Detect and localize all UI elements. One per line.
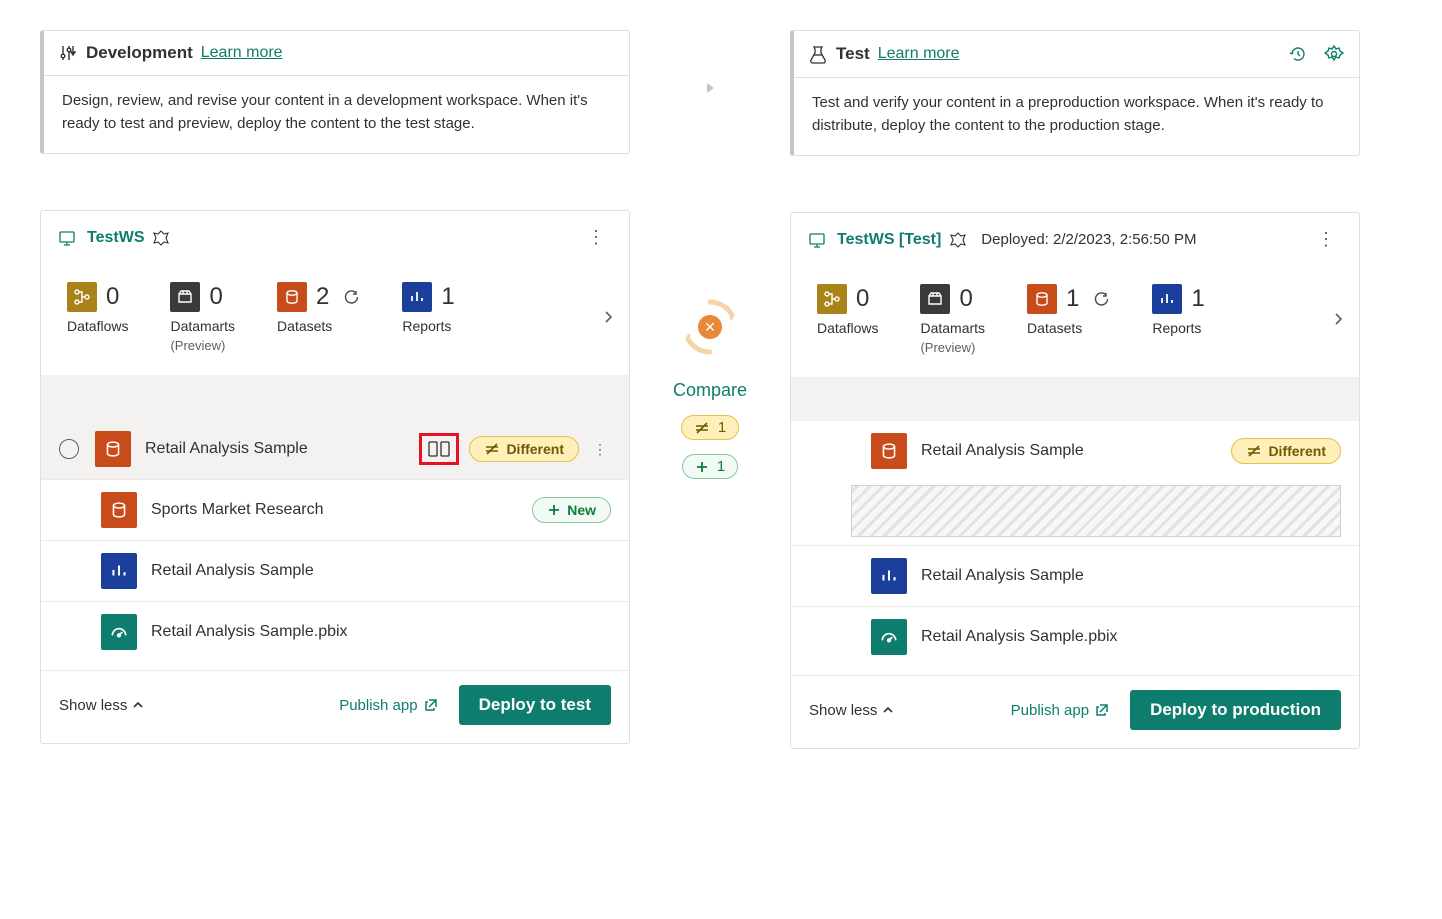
dev-stats-row: 0 Dataflows 0 Datamarts (Preview)	[41, 264, 629, 375]
datasets-icon	[277, 282, 307, 312]
datasets-icon	[1027, 284, 1057, 314]
workspace-icon	[809, 231, 829, 249]
stat-dataflows[interactable]: 0 Dataflows	[817, 284, 878, 336]
show-less-toggle[interactable]: Show less	[809, 702, 894, 719]
new-count-pill: 1	[682, 454, 738, 479]
filter-band	[791, 377, 1359, 421]
forward-arrow-icon	[702, 80, 718, 96]
dev-workspace-card: TestWS ⋮ 0 Dataflows	[40, 210, 630, 744]
test-more-menu[interactable]: ⋮	[1311, 227, 1341, 252]
stat-datamarts[interactable]: 0 Datamarts (Preview)	[170, 282, 235, 353]
stat-datamarts[interactable]: 0 Datamarts (Preview)	[920, 284, 985, 355]
stat-datasets[interactable]: 2 Datasets	[277, 282, 360, 334]
item-row[interactable]: Retail Analysis Sample.pbix	[41, 601, 629, 662]
item-row[interactable]: Retail Analysis Sample Different	[791, 421, 1359, 481]
dataset-icon	[95, 431, 131, 467]
deploy-to-test-button[interactable]: Deploy to test	[459, 685, 611, 725]
reports-icon	[1152, 284, 1182, 314]
dataset-icon	[101, 492, 137, 528]
datamarts-icon	[920, 284, 950, 314]
different-count-pill: 1	[681, 415, 739, 440]
item-more-menu[interactable]: ⋮	[589, 441, 611, 458]
dev-more-menu[interactable]: ⋮	[581, 225, 611, 250]
refresh-icon	[1092, 290, 1110, 308]
compare-label: Compare	[673, 380, 747, 401]
item-row[interactable]: Retail Analysis Sample Different ⋮	[41, 419, 629, 479]
workspace-icon	[59, 229, 79, 247]
dashboard-icon	[101, 614, 137, 650]
test-stats-row: 0 Dataflows 0 Datamarts (Preview)	[791, 266, 1359, 377]
dev-stage-title: Development	[86, 43, 193, 63]
stat-datasets[interactable]: 1 Datasets	[1027, 284, 1110, 336]
test-stage-card: Test Learn more Test and verify your con…	[790, 30, 1360, 156]
item-row[interactable]: Retail Analysis Sample	[791, 546, 1359, 606]
different-badge: Different	[469, 436, 579, 462]
item-row[interactable]: Retail Analysis Sample.pbix	[791, 606, 1359, 667]
compare-spinner[interactable]: ✕	[679, 296, 741, 358]
premium-icon	[949, 231, 967, 249]
test-workspace-name: TestWS [Test]	[837, 231, 941, 249]
test-learn-more-link[interactable]: Learn more	[878, 45, 960, 63]
report-icon	[871, 558, 907, 594]
compare-button[interactable]	[419, 433, 459, 465]
item-row[interactable]: Retail Analysis Sample	[41, 540, 629, 601]
dev-items-list: Retail Analysis Sample Different ⋮	[41, 419, 629, 662]
dev-stage-icon	[58, 43, 78, 63]
stat-dataflows[interactable]: 0 Dataflows	[67, 282, 128, 334]
test-stage-description: Test and verify your content in a prepro…	[794, 78, 1359, 155]
dataflows-icon	[67, 282, 97, 312]
publish-app-link[interactable]: Publish app	[1011, 702, 1110, 719]
different-badge: Different	[1231, 438, 1341, 464]
new-badge: New	[532, 497, 611, 523]
deployed-timestamp: Deployed: 2/2/2023, 2:56:50 PM	[981, 231, 1196, 248]
show-less-toggle[interactable]: Show less	[59, 697, 144, 714]
development-column: Development Learn more Design, review, a…	[40, 30, 630, 744]
dev-stage-description: Design, review, and revise your content …	[44, 76, 629, 153]
compare-column: ✕ Compare 1 1	[650, 30, 770, 479]
stat-reports[interactable]: 1 Reports	[1152, 284, 1204, 336]
item-row[interactable]: Sports Market Research New	[41, 479, 629, 540]
select-radio[interactable]	[59, 439, 79, 459]
stat-reports[interactable]: 1 Reports	[402, 282, 454, 334]
test-items-list: Retail Analysis Sample Different Retail …	[791, 421, 1359, 667]
datamarts-icon	[170, 282, 200, 312]
premium-icon	[152, 229, 170, 247]
stats-scroll-right[interactable]	[1331, 312, 1345, 326]
refresh-icon	[342, 288, 360, 306]
dev-workspace-name: TestWS	[87, 229, 144, 247]
dev-learn-more-link[interactable]: Learn more	[201, 44, 283, 62]
development-stage-card: Development Learn more Design, review, a…	[40, 30, 630, 154]
reports-icon	[402, 282, 432, 312]
report-icon	[101, 553, 137, 589]
dataflows-icon	[817, 284, 847, 314]
placeholder-row	[851, 485, 1341, 537]
test-stage-title: Test	[836, 44, 870, 64]
filter-band	[41, 375, 629, 419]
settings-gear-icon[interactable]	[1323, 43, 1345, 65]
test-workspace-card: TestWS [Test] Deployed: 2/2/2023, 2:56:5…	[790, 212, 1360, 749]
stats-scroll-right[interactable]	[601, 310, 615, 324]
dashboard-icon	[871, 619, 907, 655]
dataset-icon	[871, 433, 907, 469]
publish-app-link[interactable]: Publish app	[339, 697, 438, 714]
history-icon[interactable]	[1287, 43, 1309, 65]
test-column: Test Learn more Test and verify your con…	[790, 30, 1360, 749]
deploy-to-production-button[interactable]: Deploy to production	[1130, 690, 1341, 730]
test-stage-icon	[808, 44, 828, 64]
